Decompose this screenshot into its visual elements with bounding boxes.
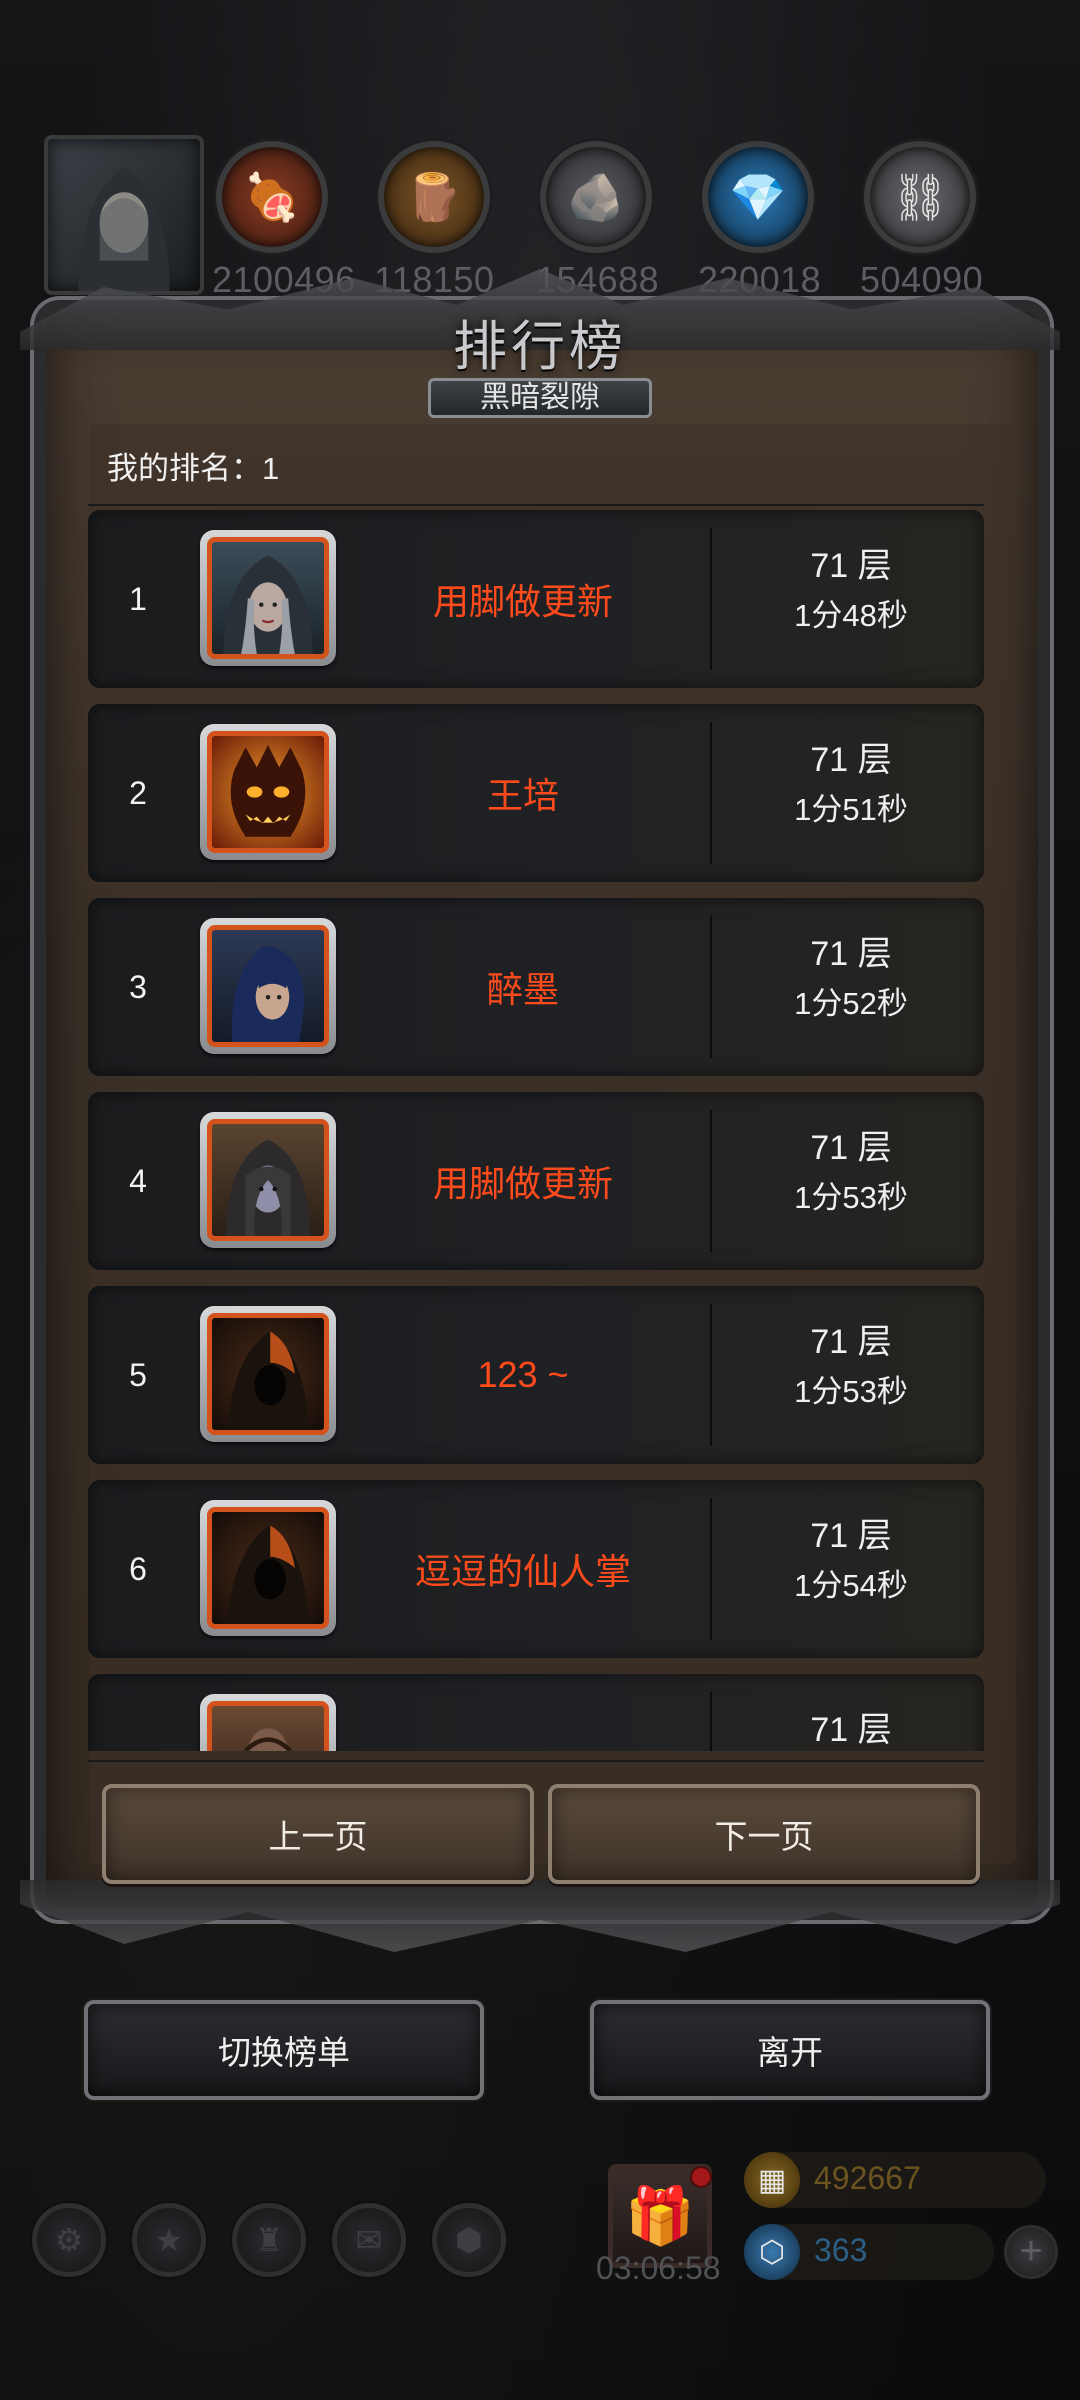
- rank-number: 6: [129, 1550, 147, 1587]
- player-portrait[interactable]: [200, 530, 336, 666]
- gem-amount: 363: [814, 2232, 868, 2268]
- player-stats: 71 层 1分51秒: [718, 738, 984, 832]
- notification-dot: [690, 2166, 712, 2188]
- player-stats: 71 层: [718, 1708, 984, 1751]
- rank-number: [88, 1674, 188, 1751]
- divider: [88, 1760, 984, 1762]
- player-portrait[interactable]: [200, 1694, 336, 1751]
- player-name: [348, 1674, 698, 1751]
- divider: [710, 1498, 712, 1640]
- divider: [710, 1304, 712, 1446]
- leaderboard-row[interactable]: 71 层: [88, 1674, 984, 1751]
- mail-icon[interactable]: ✉: [332, 2203, 406, 2277]
- resource-crystal[interactable]: 💎 220018: [698, 141, 821, 301]
- crystal-icon: 💎: [702, 141, 814, 253]
- prev-page-button[interactable]: 上一页: [102, 1784, 534, 1884]
- leaderboard-category-badge: 黑暗裂隙: [428, 378, 652, 418]
- player-avatar[interactable]: [44, 135, 204, 295]
- panel-title: 排行榜: [453, 315, 627, 378]
- rank-number: 1: [129, 580, 147, 617]
- dark-elf-icon: [225, 1139, 311, 1236]
- clear-time: 1分51秒: [794, 792, 908, 827]
- gift-timer: 03:06:58: [596, 2250, 721, 2286]
- floor-reached: 71 层: [810, 741, 892, 779]
- player-stats: 71 层 1分54秒: [718, 1514, 984, 1608]
- player-stats: 71 层 1分53秒: [718, 1320, 984, 1414]
- player-stats: 71 层 1分48秒: [718, 544, 984, 638]
- divider: [710, 916, 712, 1058]
- meat-icon: 🍖: [216, 141, 328, 253]
- blue-haired-warrior-icon: [231, 945, 304, 1042]
- gold-icon: ▦: [744, 2152, 800, 2208]
- player-name: 123 ~: [477, 1354, 569, 1395]
- resource-wood[interactable]: 🪵 118150: [374, 141, 494, 301]
- gold-amount: 492667: [814, 2160, 921, 2196]
- gem-currency: ⬡ 363: [744, 2224, 994, 2280]
- divider: [710, 528, 712, 670]
- switch-leaderboard-button[interactable]: 切换榜单: [84, 2000, 484, 2100]
- clear-time: 1分53秒: [794, 1180, 908, 1215]
- floor-reached: 71 层: [810, 1711, 892, 1749]
- bald-man-icon: [244, 1728, 292, 1751]
- leaderboard-row[interactable]: 6 逗逗的仙人掌 71 层 1分54秒: [88, 1480, 984, 1658]
- hooded-figure-icon: [227, 1331, 309, 1430]
- player-portrait[interactable]: [200, 1112, 336, 1248]
- divider: [710, 1692, 712, 1751]
- player-name: 用脚做更新: [432, 581, 613, 622]
- fire-demon-icon: [230, 744, 306, 837]
- cube-icon[interactable]: ⬢: [432, 2203, 506, 2277]
- hero-icon[interactable]: ♜: [232, 2203, 306, 2277]
- add-currency-button[interactable]: +: [1004, 2225, 1058, 2279]
- hooded-figure-icon: [227, 1525, 309, 1624]
- divider: [710, 722, 712, 864]
- floor-reached: 71 层: [810, 1323, 892, 1361]
- rank-number: 2: [129, 774, 147, 811]
- wood-icon: 🪵: [378, 141, 490, 253]
- player-name: 逗逗的仙人掌: [414, 1551, 631, 1592]
- resource-iron[interactable]: ⛓ 504090: [860, 141, 983, 301]
- resource-meat[interactable]: 🍖 2100496: [212, 141, 355, 301]
- settings-icon[interactable]: ⚙: [32, 2203, 106, 2277]
- next-page-button[interactable]: 下一页: [548, 1784, 980, 1884]
- rank-number: 4: [129, 1162, 147, 1199]
- my-rank-label: 我的排名：1: [107, 451, 280, 486]
- player-name: 用脚做更新: [432, 1163, 613, 1204]
- leaderboard-row[interactable]: 4 用脚做更新 71 层 1分53秒: [88, 1092, 984, 1270]
- stone-icon: 🪨: [540, 141, 652, 253]
- rank-number: 5: [129, 1356, 147, 1393]
- leaderboard-row[interactable]: 1 用脚做更新 71 层 1分48秒: [88, 510, 984, 688]
- leaderboard-row[interactable]: 5 123 ~ 71 层 1分53秒: [88, 1286, 984, 1464]
- player-stats: 71 层 1分52秒: [718, 932, 984, 1026]
- gold-currency: ▦ 492667: [744, 2152, 1046, 2208]
- player-name: 醉墨: [486, 969, 559, 1010]
- clear-time: 1分52秒: [794, 986, 908, 1021]
- player-portrait[interactable]: [200, 1306, 336, 1442]
- player-portrait[interactable]: [200, 1500, 336, 1636]
- floor-reached: 71 层: [810, 935, 892, 973]
- leaderboard-row[interactable]: 2 王培 71 层 1分51秒: [88, 704, 984, 882]
- leaderboard-list[interactable]: 1 用脚做更新 71 层 1分48秒 2 王培 71 层 1分51秒 3 醉墨 …: [88, 508, 984, 1751]
- divider: [88, 504, 984, 506]
- player-stats: 71 层 1分53秒: [718, 1126, 984, 1220]
- rank-number: 3: [129, 968, 147, 1005]
- floor-reached: 71 层: [810, 1517, 892, 1555]
- gem-icon: ⬡: [744, 2224, 800, 2280]
- star-icon[interactable]: ★: [132, 2203, 206, 2277]
- floor-reached: 71 层: [810, 1129, 892, 1167]
- clear-time: 1分48秒: [794, 598, 908, 633]
- player-portrait[interactable]: [200, 918, 336, 1054]
- floor-reached: 71 层: [810, 547, 892, 585]
- iron-icon: ⛓: [864, 141, 976, 253]
- clear-time: 1分54秒: [794, 1568, 908, 1603]
- hooded-woman-icon: [223, 555, 313, 654]
- leaderboard-row[interactable]: 3 醉墨 71 层 1分52秒: [88, 898, 984, 1076]
- player-name: 王培: [486, 775, 559, 816]
- clear-time: 1分53秒: [794, 1374, 908, 1409]
- leave-button[interactable]: 离开: [590, 2000, 990, 2100]
- player-portrait[interactable]: [200, 724, 336, 860]
- divider: [710, 1110, 712, 1252]
